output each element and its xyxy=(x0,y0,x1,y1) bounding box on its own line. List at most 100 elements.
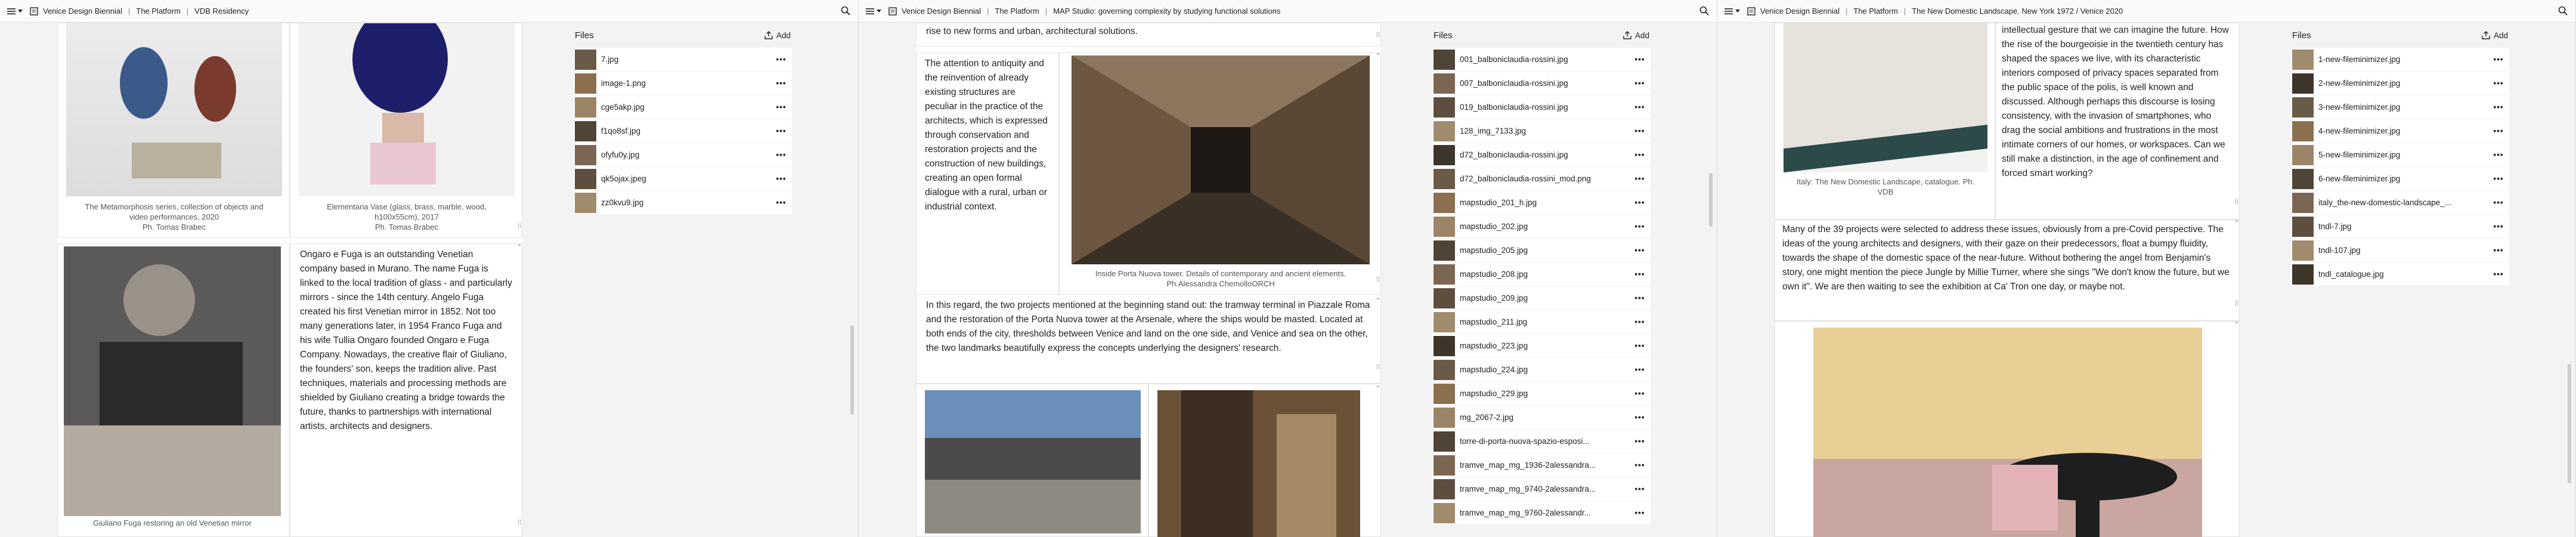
chevron-down-icon[interactable]: ⌄ xyxy=(2234,217,2240,224)
more-options-icon[interactable]: ••• xyxy=(1629,246,1651,255)
file-name[interactable]: 2-new-fileminimizer.jpg xyxy=(2318,79,2488,88)
more-options-icon[interactable]: ••• xyxy=(2488,222,2509,231)
file-row[interactable]: torre-di-porta-nuova-spazio-esposi... ••• xyxy=(1432,430,1651,453)
more-options-icon[interactable]: ••• xyxy=(770,198,792,207)
file-row[interactable]: 128_img_7133.jpg ••• xyxy=(1432,119,1651,143)
file-row[interactable]: mapstudio_201_h.jpg ••• xyxy=(1432,191,1651,215)
scrollbar[interactable] xyxy=(2568,364,2571,483)
main-menu-button[interactable] xyxy=(7,8,23,15)
file-name[interactable]: mapstudio_223.jpg xyxy=(1460,341,1629,350)
resize-handle[interactable]: ⁞⁞ xyxy=(1375,365,1381,371)
chevron-down-icon[interactable]: ⌄ xyxy=(2234,319,2240,325)
file-name[interactable]: ofyfu0y.jpg xyxy=(601,150,770,159)
file-row[interactable]: d72_balboniclaudia-rossini.jpg ••• xyxy=(1432,143,1651,167)
more-options-icon[interactable]: ••• xyxy=(2488,198,2509,207)
resize-handle[interactable]: ⁞⁞ xyxy=(2234,199,2240,206)
file-row[interactable]: 6-new-fileminimizer.jpg ••• xyxy=(2291,167,2509,191)
file-row[interactable]: italy_the-new-domestic-landscape_... ••• xyxy=(2291,191,2509,215)
file-name[interactable]: 128_img_7133.jpg xyxy=(1460,126,1629,135)
search-icon[interactable] xyxy=(841,6,850,16)
more-options-icon[interactable]: ••• xyxy=(1629,103,1651,112)
file-name[interactable]: f1qo8sf.jpg xyxy=(601,126,770,135)
file-row[interactable]: cge5akp.jpg ••• xyxy=(574,95,792,119)
file-name[interactable]: mapstudio_224.jpg xyxy=(1460,365,1629,374)
more-options-icon[interactable]: ••• xyxy=(1629,389,1651,398)
file-name[interactable]: 4-new-fileminimizer.jpg xyxy=(2318,126,2488,135)
file-row[interactable]: tramve_map_mg_1936-2alessandra... ••• xyxy=(1432,453,1651,477)
chevron-down-icon[interactable]: ⌄ xyxy=(1375,382,1381,389)
more-options-icon[interactable]: ••• xyxy=(1629,55,1651,64)
breadcrumb-item[interactable]: Venice Design Biennial xyxy=(902,7,981,16)
file-name[interactable]: mapstudio_202.jpg xyxy=(1460,222,1629,231)
resize-handle[interactable]: ⁞⁞ xyxy=(516,520,522,526)
more-options-icon[interactable]: ••• xyxy=(1629,508,1651,517)
more-options-icon[interactable]: ••• xyxy=(1629,461,1651,470)
file-name[interactable]: 1-new-fileminimizer.jpg xyxy=(2318,55,2488,64)
file-name[interactable]: 001_balboniclaudia-rossini.jpg xyxy=(1460,55,1629,64)
file-row[interactable]: 3-new-fileminimizer.jpg ••• xyxy=(2291,95,2509,119)
file-name[interactable]: qk5ojax.jpeg xyxy=(601,174,770,183)
file-name[interactable]: d72_balboniclaudia-rossini.jpg xyxy=(1460,150,1629,159)
main-menu-button[interactable] xyxy=(866,8,881,15)
scrollbar[interactable] xyxy=(850,325,854,415)
more-options-icon[interactable]: ••• xyxy=(2488,270,2509,279)
file-row[interactable]: mapstudio_224.jpg ••• xyxy=(1432,358,1651,382)
more-options-icon[interactable]: ••• xyxy=(1629,79,1651,88)
file-row[interactable]: 007_balboniclaudia-rossini.jpg ••• xyxy=(1432,72,1651,95)
more-options-icon[interactable]: ••• xyxy=(1629,437,1651,446)
file-row[interactable]: mapstudio_209.jpg ••• xyxy=(1432,286,1651,310)
file-name[interactable]: mapstudio_229.jpg xyxy=(1460,389,1629,398)
more-options-icon[interactable]: ••• xyxy=(1629,126,1651,135)
resize-handle[interactable]: ⁞⁞ xyxy=(1375,277,1381,283)
file-name[interactable]: image-1.png xyxy=(601,79,770,88)
add-file-button[interactable]: Add xyxy=(1623,31,1649,40)
more-options-icon[interactable]: ••• xyxy=(1629,294,1651,303)
more-options-icon[interactable]: ••• xyxy=(1629,413,1651,422)
file-row[interactable]: 1-new-fileminimizer.jpg ••• xyxy=(2291,48,2509,72)
breadcrumb-item[interactable]: The Platform xyxy=(136,7,180,16)
breadcrumb-item-current[interactable]: VDB Residency xyxy=(194,7,249,16)
more-options-icon[interactable]: ••• xyxy=(1629,484,1651,493)
more-options-icon[interactable]: ••• xyxy=(2488,103,2509,112)
file-row[interactable]: 019_balboniclaudia-rossini.jpg ••• xyxy=(1432,95,1651,119)
file-row[interactable]: zz0kvu9.jpg ••• xyxy=(574,191,792,215)
file-name[interactable]: tramve_map_mg_1936-2alessandra... xyxy=(1460,461,1629,470)
file-row[interactable]: 4-new-fileminimizer.jpg ••• xyxy=(2291,119,2509,143)
file-name[interactable]: mapstudio_208.jpg xyxy=(1460,270,1629,279)
more-options-icon[interactable]: ••• xyxy=(770,103,792,112)
file-row[interactable]: 5-new-fileminimizer.jpg ••• xyxy=(2291,143,2509,167)
more-options-icon[interactable]: ••• xyxy=(2488,55,2509,64)
file-name[interactable]: mapstudio_201_h.jpg xyxy=(1460,198,1629,207)
file-row[interactable]: mg_2067-2.jpg ••• xyxy=(1432,406,1651,430)
search-icon[interactable] xyxy=(2558,6,2568,16)
file-name[interactable]: 3-new-fileminimizer.jpg xyxy=(2318,103,2488,112)
file-name[interactable]: tndl-107.jpg xyxy=(2318,246,2488,255)
file-name[interactable]: 7.jpg xyxy=(601,55,770,64)
file-name[interactable]: zz0kvu9.jpg xyxy=(601,198,770,207)
file-name[interactable]: torre-di-porta-nuova-spazio-esposi... xyxy=(1460,437,1629,446)
file-row[interactable]: 7.jpg ••• xyxy=(574,48,792,72)
file-name[interactable]: 007_balboniclaudia-rossini.jpg xyxy=(1460,79,1629,88)
add-file-button[interactable]: Add xyxy=(2482,31,2508,40)
more-options-icon[interactable]: ••• xyxy=(2488,174,2509,183)
scrollbar[interactable] xyxy=(1709,173,1713,227)
file-row[interactable]: tndl_catalogue.jpg ••• xyxy=(2291,263,2509,286)
more-options-icon[interactable]: ••• xyxy=(2488,150,2509,159)
file-name[interactable]: tramve_map_mg_9760-2alessandr... xyxy=(1460,508,1629,517)
more-options-icon[interactable]: ••• xyxy=(770,55,792,64)
file-row[interactable]: 2-new-fileminimizer.jpg ••• xyxy=(2291,72,2509,95)
file-row[interactable]: image-1.png ••• xyxy=(574,72,792,95)
more-options-icon[interactable]: ••• xyxy=(1629,365,1651,374)
file-name[interactable]: mapstudio_209.jpg xyxy=(1460,294,1629,303)
file-name[interactable]: tramve_map_mg_9740-2alessandra... xyxy=(1460,484,1629,493)
file-row[interactable]: d72_balboniclaudia-rossini_mod.png ••• xyxy=(1432,167,1651,191)
more-options-icon[interactable]: ••• xyxy=(770,79,792,88)
more-options-icon[interactable]: ••• xyxy=(1629,317,1651,326)
more-options-icon[interactable]: ••• xyxy=(1629,150,1651,159)
more-options-icon[interactable]: ••• xyxy=(2488,79,2509,88)
more-options-icon[interactable]: ••• xyxy=(1629,270,1651,279)
chevron-down-icon[interactable]: ⌄ xyxy=(516,241,522,248)
chevron-down-icon[interactable]: ⌄ xyxy=(1375,295,1381,301)
more-options-icon[interactable]: ••• xyxy=(1629,174,1651,183)
file-row[interactable]: ofyfu0y.jpg ••• xyxy=(574,143,792,167)
